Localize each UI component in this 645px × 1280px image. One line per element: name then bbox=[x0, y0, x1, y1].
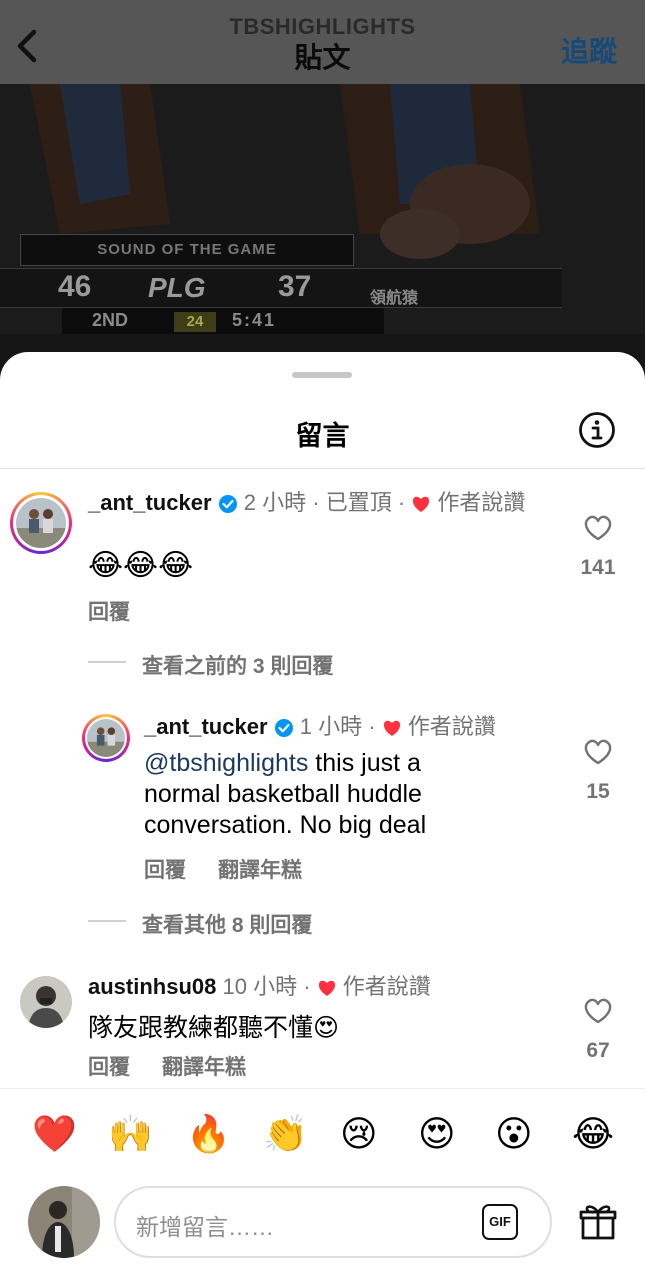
comment-username[interactable]: _ant_tucker bbox=[88, 490, 212, 515]
comment-header: _ant_tucker 2 小時 · 已置頂 · 作者說讚 bbox=[88, 490, 558, 516]
emoji-heart-eyes[interactable]: 😍 bbox=[418, 1112, 456, 1156]
like-count: 67 bbox=[586, 1039, 610, 1062]
comment-header: _ant_tucker 1 小時 · 作者說讚 bbox=[144, 714, 564, 740]
comment-username[interactable]: austinhsu08 bbox=[88, 974, 216, 999]
video-player[interactable]: SOUND OF THE GAME 46 PLG 37 領航猿 2ND 24 5… bbox=[0, 84, 645, 384]
info-icon[interactable] bbox=[578, 411, 616, 449]
comment-time: 10 小時 bbox=[222, 974, 298, 999]
sheet-title: 留言 bbox=[295, 421, 350, 451]
league-logo: PLG bbox=[148, 272, 206, 303]
follow-button[interactable]: 追蹤 bbox=[561, 30, 617, 70]
translate-button[interactable]: 翻譯年糕 bbox=[162, 1051, 246, 1081]
game-clock: 5:41 bbox=[232, 310, 277, 330]
thread-line bbox=[88, 661, 126, 663]
like-heart-icon[interactable] bbox=[583, 997, 613, 1025]
gif-button[interactable]: GIF bbox=[482, 1204, 518, 1240]
game-period: 2ND bbox=[92, 310, 129, 330]
comment-header: austinhsu08 10 小時 · 作者說讚 bbox=[88, 974, 558, 1000]
author-liked-label: 作者說讚 bbox=[407, 714, 496, 739]
mention-link[interactable]: @tbshighlights bbox=[144, 749, 308, 777]
separator-dot: · bbox=[312, 490, 320, 515]
my-avatar[interactable] bbox=[28, 1186, 100, 1258]
verified-icon bbox=[218, 495, 237, 514]
emoji-bar-divider bbox=[0, 1088, 645, 1089]
gift-icon[interactable] bbox=[578, 1202, 618, 1242]
comment-text: 隊友跟教練都聽不懂😍 bbox=[88, 1014, 340, 1042]
page-title: 貼文 bbox=[294, 42, 351, 73]
view-previous-replies[interactable]: 查看之前的 3 則回覆 bbox=[142, 650, 333, 680]
emoji-clapping[interactable]: 👏 bbox=[263, 1112, 308, 1156]
view-more-replies[interactable]: 查看其他 8 則回覆 bbox=[142, 909, 312, 939]
comment-text: @tbshighlights this just a normal basket… bbox=[144, 748, 564, 841]
like-heart-icon[interactable] bbox=[583, 514, 613, 542]
top-bar: TBSHIGHLIGHTS 貼文 追蹤 bbox=[0, 0, 645, 84]
author-liked-label: 作者說讚 bbox=[437, 490, 526, 515]
emoji-laughing[interactable]: 😂 bbox=[572, 1112, 614, 1156]
separator-dot: · bbox=[303, 974, 311, 999]
drag-handle[interactable] bbox=[292, 372, 352, 378]
avatar[interactable] bbox=[20, 976, 72, 1028]
divider bbox=[0, 468, 645, 469]
shot-clock: 24 bbox=[174, 312, 216, 332]
score-left: 46 bbox=[58, 270, 92, 303]
comment-text-line: conversation. No big deal bbox=[144, 811, 427, 839]
author-liked-label: 作者說讚 bbox=[342, 974, 431, 999]
separator-dot: · bbox=[397, 490, 406, 515]
like-count: 15 bbox=[586, 780, 610, 803]
comment-time: 2 小時 bbox=[243, 490, 307, 515]
heart-icon bbox=[318, 980, 335, 997]
translate-button[interactable]: 翻譯年糕 bbox=[218, 854, 302, 884]
emoji-fire[interactable]: 🔥 bbox=[186, 1112, 231, 1156]
banner-text: SOUND OF THE GAME bbox=[20, 234, 354, 266]
emoji-raising-hands[interactable]: 🙌 bbox=[108, 1112, 153, 1156]
emoji-surprised[interactable]: 😮 bbox=[495, 1112, 533, 1156]
emoji-red-heart[interactable]: ❤️ bbox=[32, 1112, 77, 1156]
pinned-label: 已置頂 bbox=[325, 490, 392, 515]
comment-text-line: normal basketball huddle bbox=[144, 780, 422, 808]
comment-input-placeholder: 新增留言…… bbox=[136, 1214, 274, 1240]
comment-text-line: this just a bbox=[308, 749, 421, 777]
avatar[interactable] bbox=[87, 719, 125, 757]
emoji-crying[interactable]: 😢 bbox=[340, 1112, 378, 1156]
comment-username[interactable]: _ant_tucker bbox=[144, 714, 268, 739]
avatar[interactable] bbox=[16, 498, 66, 548]
reply-button[interactable]: 回覆 bbox=[88, 1051, 130, 1081]
team-right-name: 領航猿 bbox=[370, 290, 419, 307]
score-right: 37 bbox=[278, 270, 312, 303]
reply-button[interactable]: 回覆 bbox=[144, 854, 186, 884]
comment-time: 1 小時 bbox=[299, 714, 363, 739]
reply-button[interactable]: 回覆 bbox=[88, 596, 130, 626]
comment-input[interactable]: 新增留言…… GIF bbox=[114, 1186, 552, 1258]
thread-line bbox=[88, 920, 126, 922]
comments-sheet: 留言 _ant_tucker 2 小時 · 已置頂 · 作者說讚 😂😂😂 回覆 … bbox=[0, 352, 645, 1280]
comment-text: 😂😂😂 bbox=[88, 549, 194, 582]
heart-icon bbox=[413, 496, 430, 513]
heart-icon bbox=[383, 720, 400, 737]
like-heart-icon[interactable] bbox=[583, 738, 613, 766]
like-count: 141 bbox=[580, 556, 616, 579]
separator-dot: · bbox=[368, 714, 376, 739]
verified-icon bbox=[274, 719, 293, 738]
